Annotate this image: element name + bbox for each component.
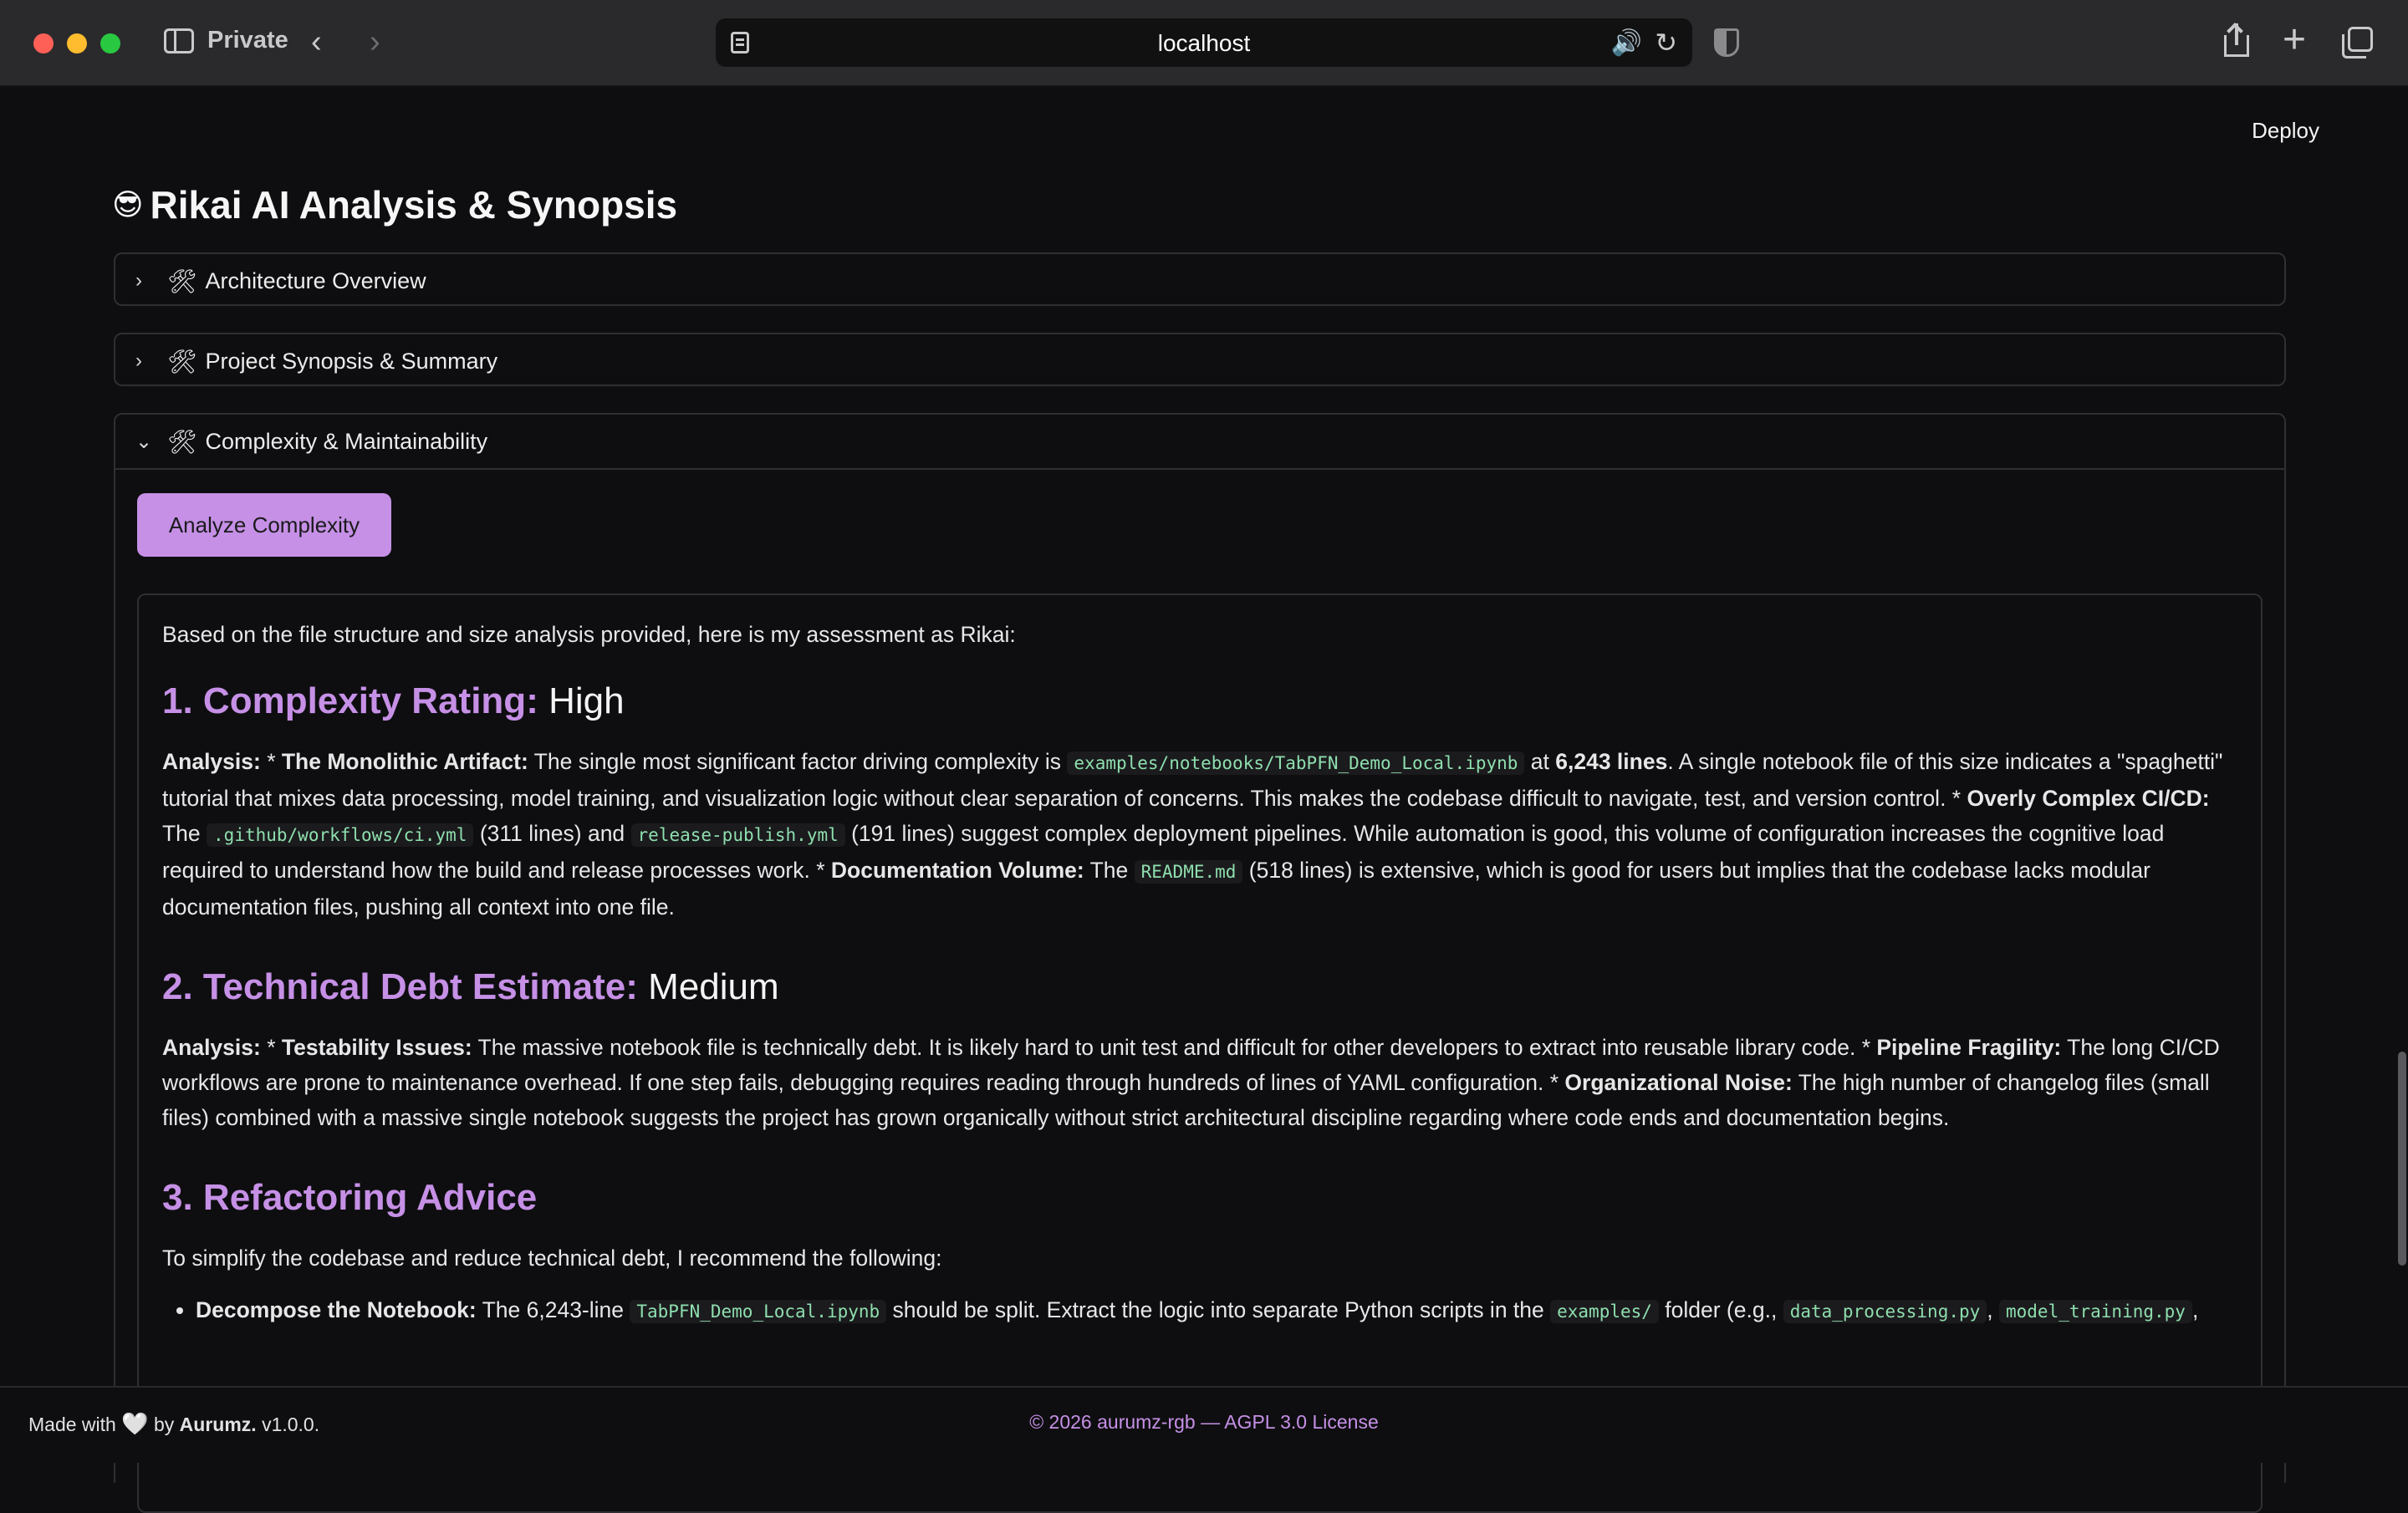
hammer-wrench-icon: 🛠: [167, 428, 197, 455]
list-item: Decompose the Notebook: The 6,243-line T…: [196, 1292, 2239, 1329]
page-title: 😎 Rikai AI Analysis & Synopsis: [112, 182, 677, 227]
expander-header-complexity-maintainability[interactable]: ⌄ 🛠 Complexity & Maintainability: [115, 415, 2284, 470]
hammer-wrench-icon: 🛠: [167, 267, 197, 294]
browser-toolbar: Private ‹ › localhost 🔊 ↻ +: [0, 0, 2408, 87]
analysis-label: Analysis:: [162, 1035, 261, 1060]
text: *: [260, 1035, 282, 1060]
expander-project-synopsis: › 🛠 Project Synopsis & Summary: [114, 333, 2286, 386]
text: The: [1084, 858, 1135, 883]
text: The 6,243-line: [476, 1297, 630, 1322]
inline-code: README.md: [1134, 860, 1243, 884]
inline-code: examples/notebooks/TabPFN_Demo_Local.ipy…: [1067, 751, 1525, 775]
sidebar-toggle-icon[interactable]: [164, 28, 194, 53]
refactoring-advice-heading: 3. Refactoring Advice: [162, 1177, 538, 1218]
result-intro: Based on the file structure and size ana…: [162, 622, 1016, 647]
text: *: [260, 749, 282, 774]
text: The: [162, 821, 207, 846]
close-window-button[interactable]: [33, 33, 54, 53]
inline-code: data_processing.py: [1783, 1300, 1987, 1323]
chevron-right-icon: ›: [135, 269, 142, 292]
bold-term: Testability Issues:: [281, 1035, 472, 1060]
bold-term: Overly Complex CI/CD:: [1967, 786, 2210, 811]
bold-term: Decompose the Notebook:: [196, 1297, 477, 1322]
refactoring-list: Decompose the Notebook: The 6,243-line T…: [162, 1292, 2239, 1329]
chevron-right-icon: ›: [135, 349, 142, 372]
hammer-wrench-icon: 🛠: [167, 348, 197, 374]
inline-code: examples/: [1550, 1300, 1659, 1323]
complexity-analysis-paragraph: Analysis: * The Monolithic Artifact: The…: [162, 744, 2239, 925]
chevron-down-icon: ⌄: [135, 430, 153, 453]
address-bar[interactable]: localhost 🔊 ↻: [716, 18, 1692, 67]
inline-code: TabPFN_Demo_Local.ipynb: [630, 1300, 887, 1323]
technical-debt-heading: 2. Technical Debt Estimate: Medium: [162, 963, 2239, 1011]
bold-term: The Monolithic Artifact:: [281, 749, 528, 774]
url-text: localhost: [1157, 30, 1251, 56]
expander-header-project-synopsis[interactable]: › 🛠 Project Synopsis & Summary: [115, 334, 2284, 388]
expander-architecture-overview: › 🛠 Architecture Overview: [114, 252, 2286, 306]
technical-debt-value: Medium: [648, 966, 779, 1007]
footer-copyright: © 2026 aurumz-rgb — AGPL 3.0 License: [1029, 1411, 1379, 1433]
expander-label: Project Synopsis & Summary: [205, 348, 498, 374]
minimize-window-button[interactable]: [67, 33, 87, 53]
privacy-shield-icon[interactable]: [1714, 28, 1739, 57]
text: The single most significant factor drivi…: [528, 749, 1068, 774]
complexity-rating-value: High: [548, 680, 625, 721]
heading-label: 2. Technical Debt Estimate:: [162, 966, 638, 1007]
deploy-button[interactable]: Deploy: [2247, 117, 2324, 145]
inline-code: release-publish.yml: [630, 823, 845, 847]
text: (311 lines) and: [473, 821, 631, 846]
new-tab-icon[interactable]: +: [2283, 17, 2306, 64]
text: folder (e.g.,: [1658, 1297, 1783, 1322]
analyze-complexity-button[interactable]: Analyze Complexity: [137, 493, 391, 557]
expander-label: Complexity & Maintainability: [205, 428, 488, 454]
text: The massive notebook file is technically…: [472, 1035, 1877, 1060]
complexity-rating-heading: 1. Complexity Rating: High: [162, 677, 2239, 726]
sunglasses-icon: 😎: [112, 187, 144, 222]
analysis-result-panel: Based on the file structure and size ana…: [137, 593, 2263, 1513]
inline-code: .github/workflows/ci.yml: [207, 823, 474, 847]
inline-code: model_training.py: [1999, 1300, 2192, 1323]
text: at: [1524, 749, 1556, 774]
forward-arrow-icon[interactable]: ›: [370, 25, 380, 59]
bold-term: Organizational Noise:: [1564, 1070, 1793, 1095]
expander-header-architecture-overview[interactable]: › 🛠 Architecture Overview: [115, 254, 2284, 308]
bold-term: Pipeline Fragility:: [1876, 1035, 2062, 1060]
private-mode-label: Private: [207, 27, 288, 53]
refactoring-intro: To simplify the codebase and reduce tech…: [162, 1246, 942, 1271]
expander-label: Architecture Overview: [205, 267, 426, 293]
text: ,: [1987, 1297, 1999, 1322]
heading-label: 1. Complexity Rating:: [162, 680, 538, 721]
analysis-label: Analysis:: [162, 749, 261, 774]
tab-overview-icon[interactable]: [2342, 27, 2373, 59]
audio-playing-icon[interactable]: 🔊: [1611, 28, 1642, 58]
bold-term: Documentation Volume:: [830, 858, 1084, 883]
footer: Made with 🤍 by Aurumz. v1.0.0. © 2026 au…: [0, 1386, 2408, 1463]
text: ,: [2191, 1297, 2199, 1322]
reload-icon[interactable]: ↻: [1655, 27, 1677, 59]
bold-term: 6,243 lines: [1555, 749, 1668, 774]
technical-debt-paragraph: Analysis: * Testability Issues: The mass…: [162, 1030, 2239, 1135]
back-arrow-icon[interactable]: ‹: [311, 25, 322, 59]
page-title-text: Rikai AI Analysis & Synopsis: [150, 183, 678, 227]
zoom-window-button[interactable]: [100, 33, 120, 53]
share-icon[interactable]: [2224, 23, 2249, 57]
text: should be split. Extract the logic into …: [886, 1297, 1551, 1322]
page-scrollbar[interactable]: [2398, 1052, 2406, 1266]
